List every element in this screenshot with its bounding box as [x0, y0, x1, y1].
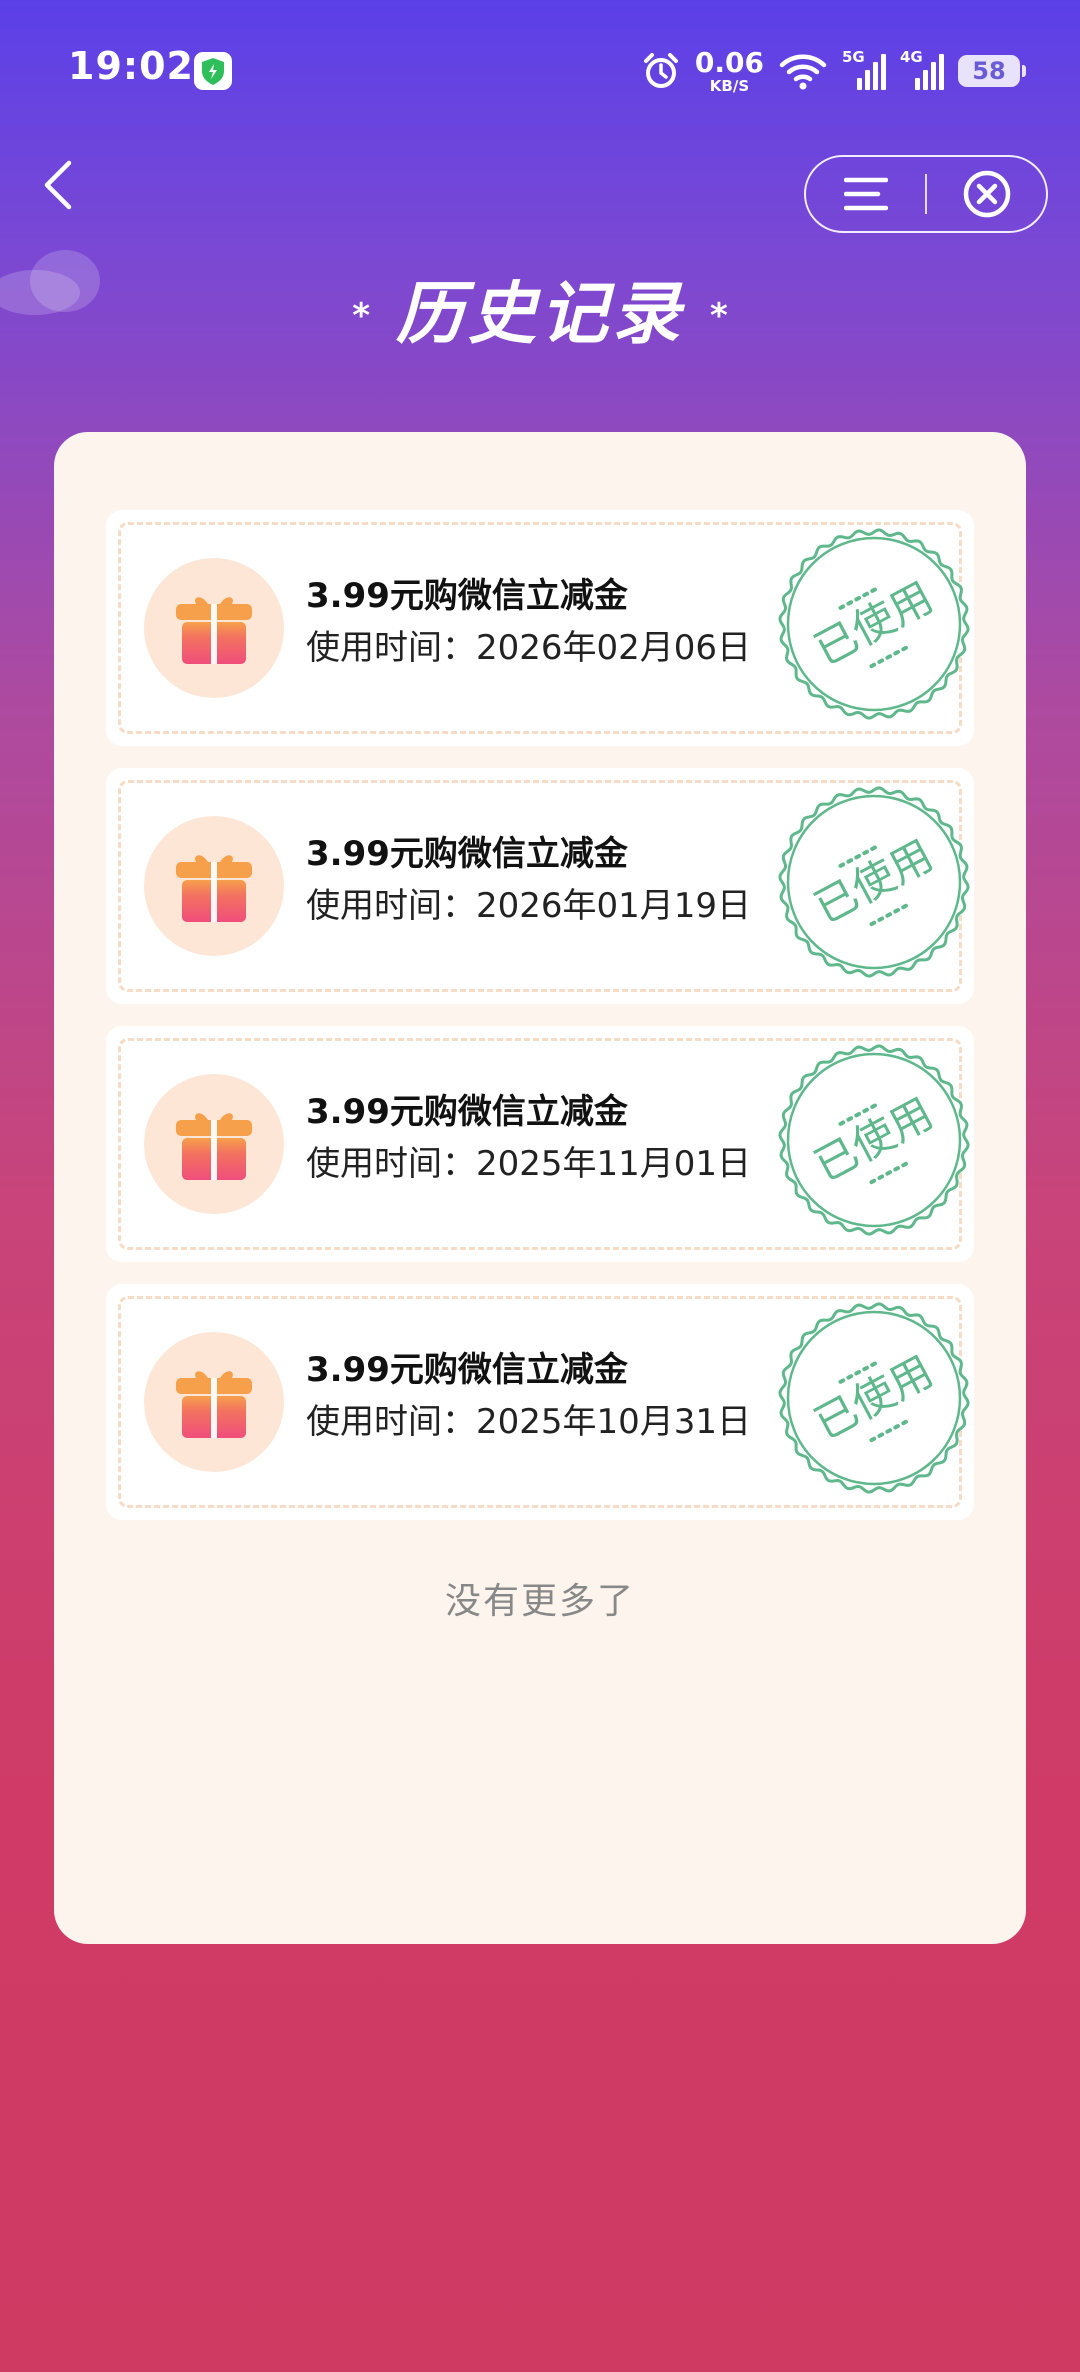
- history-card: 3.99元购微信立减金 使用时间：2026年02月06日 已使用 3.99元购微…: [54, 432, 1026, 1944]
- battery-indicator: 58: [958, 55, 1026, 87]
- coupon-item[interactable]: 3.99元购微信立减金 使用时间：2026年01月19日 已使用: [106, 768, 974, 1004]
- coupon-title: 3.99元购微信立减金: [306, 576, 628, 616]
- network-speed-unit: KB/S: [709, 76, 750, 95]
- menu-icon: [843, 177, 888, 211]
- coupon-used-time: 使用时间：2025年10月31日: [306, 1402, 752, 1442]
- gift-badge: [144, 1074, 284, 1214]
- status-bar: 19:02 0.06 KB/S 5G 4G 58: [0, 0, 1080, 140]
- coupon-title: 3.99元购微信立减金: [306, 1092, 628, 1132]
- wifi-icon: [779, 54, 827, 90]
- gift-icon: [176, 855, 252, 922]
- gift-badge: [144, 558, 284, 698]
- gift-badge: [144, 1332, 284, 1472]
- gift-icon: [176, 597, 252, 664]
- used-stamp: 已使用: [778, 786, 970, 978]
- mini-app-capsule: [804, 155, 1048, 233]
- signal-4g: 4G: [900, 48, 944, 92]
- alarm-icon: [643, 53, 678, 88]
- back-button[interactable]: [30, 150, 86, 220]
- title-star-right: *: [710, 295, 728, 336]
- status-time: 19:02: [68, 44, 194, 88]
- used-stamp: 已使用: [778, 1302, 970, 1494]
- page-title: 历史记录: [395, 275, 684, 354]
- coupon-title: 3.99元购微信立减金: [306, 834, 628, 874]
- used-stamp: 已使用: [778, 528, 970, 720]
- coupon-used-time: 使用时间：2025年11月01日: [306, 1144, 752, 1184]
- coupon-used-time: 使用时间：2026年01月19日: [306, 886, 752, 926]
- coupon-item[interactable]: 3.99元购微信立减金 使用时间：2026年02月06日 已使用: [106, 510, 974, 746]
- close-button[interactable]: [927, 157, 1046, 231]
- close-circle-icon: [963, 170, 1010, 218]
- menu-button[interactable]: [806, 157, 925, 231]
- coupon-title: 3.99元购微信立减金: [306, 1350, 628, 1390]
- gift-icon: [176, 1113, 252, 1180]
- page-header: * 历史记录 *: [0, 258, 1080, 357]
- coupon-item[interactable]: 3.99元购微信立减金 使用时间：2025年10月31日 已使用: [106, 1284, 974, 1520]
- gift-icon: [176, 1371, 252, 1438]
- coupon-used-time: 使用时间：2026年02月06日: [306, 628, 752, 668]
- shield-icon: [194, 52, 232, 90]
- used-stamp: 已使用: [778, 1044, 970, 1236]
- title-star-left: *: [352, 295, 370, 336]
- chevron-left-icon: [44, 160, 72, 210]
- gift-badge: [144, 816, 284, 956]
- no-more-text: 没有更多了: [444, 1581, 635, 1622]
- network-speed: 0.06 KB/S: [694, 45, 764, 95]
- network-speed-value: 0.06: [694, 45, 764, 79]
- signal-5g: 5G: [842, 48, 886, 92]
- coupon-item[interactable]: 3.99元购微信立减金 使用时间：2025年11月01日 已使用: [106, 1026, 974, 1262]
